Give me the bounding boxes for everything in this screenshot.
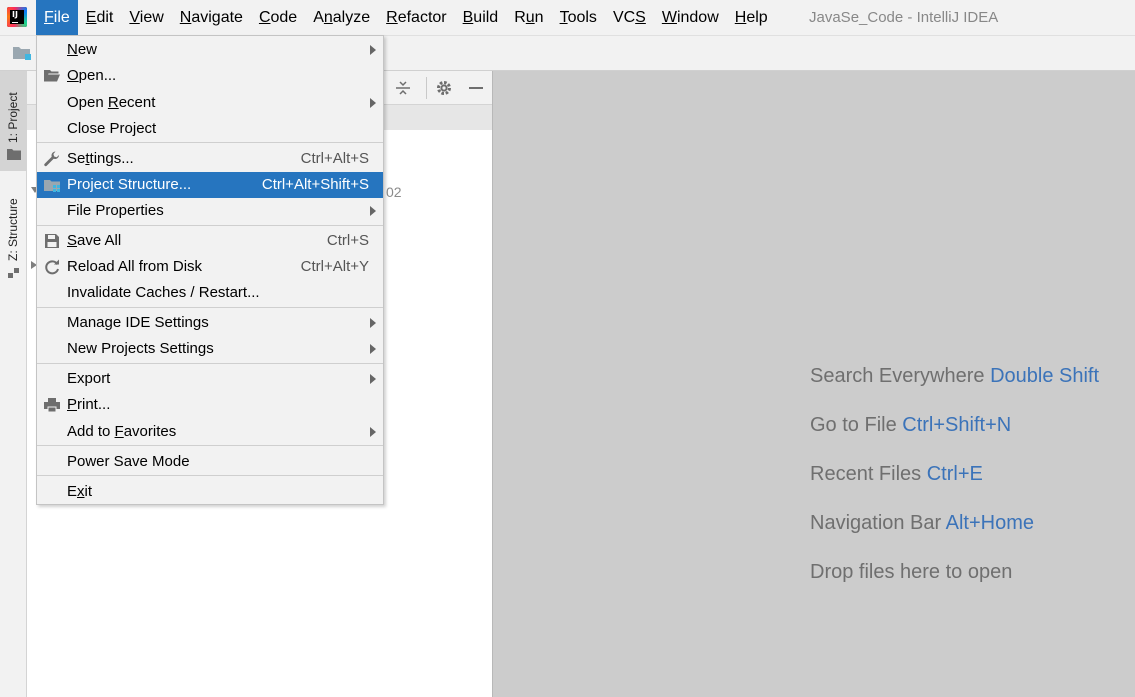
menu-analyze[interactable]: Analyze: [305, 0, 378, 35]
menu-bar: IJ File Edit View Navigate Code Analyze …: [0, 0, 1135, 35]
menu-separator: [37, 307, 383, 308]
shortcut-reload-all: Ctrl+Alt+Y: [300, 258, 369, 275]
gear-icon[interactable]: [435, 79, 453, 97]
tree-item-text: 02: [386, 184, 402, 200]
wrench-icon: [44, 151, 60, 167]
menu-item-settings[interactable]: Settings... Ctrl+Alt+S: [37, 146, 383, 172]
menu-help[interactable]: Help: [727, 0, 776, 35]
menu-item-print[interactable]: Print...: [37, 392, 383, 418]
menu-build[interactable]: Build: [455, 0, 507, 35]
menu-item-manage-ide-settings[interactable]: Manage IDE Settings: [37, 310, 383, 336]
menu-separator: [37, 142, 383, 143]
menu-item-add-to-favorites[interactable]: Add to Favorites: [37, 419, 383, 445]
folder-icon[interactable]: [12, 45, 32, 61]
menu-refactor[interactable]: Refactor: [378, 0, 454, 35]
hint-drop-files: Drop files here to open: [810, 561, 1013, 583]
menu-item-new-projects-settings[interactable]: New Projects Settings: [37, 336, 383, 362]
menu-item-power-save-mode[interactable]: Power Save Mode: [37, 449, 383, 475]
intellij-logo-icon: IJ: [7, 7, 27, 27]
menu-separator: [37, 363, 383, 364]
submenu-arrow-icon: [370, 318, 376, 328]
hint-search-everywhere: Search Everywhere Double Shift: [810, 365, 1100, 387]
menu-code[interactable]: Code: [251, 0, 305, 35]
menu-tools[interactable]: Tools: [552, 0, 605, 35]
folder-open-icon: [44, 70, 60, 82]
menu-item-save-all[interactable]: Save All Ctrl+S: [37, 228, 383, 254]
shortcut-settings: Ctrl+Alt+S: [300, 150, 369, 167]
toolbar-divider: [426, 77, 427, 99]
minimize-icon[interactable]: [467, 79, 485, 97]
menu-vcs[interactable]: VCS: [605, 0, 654, 35]
tab-structure-label: Z: Structure: [6, 198, 20, 261]
menu-window[interactable]: Window: [654, 0, 727, 35]
tab-structure[interactable]: Z: Structure: [0, 179, 27, 283]
editor-empty-area[interactable]: Search Everywhere Double Shift Go to Fil…: [492, 71, 1135, 697]
menu-item-file-properties[interactable]: File Properties: [37, 198, 383, 224]
tab-project[interactable]: 1: Project: [0, 71, 27, 171]
submenu-arrow-icon: [370, 427, 376, 437]
submenu-arrow-icon: [370, 98, 376, 108]
menu-item-exit[interactable]: Exit: [37, 479, 383, 505]
menu-separator: [37, 475, 383, 476]
file-menu-dropdown: New Open... Open Recent Close Project Se…: [36, 35, 384, 505]
hint-go-to-file: Go to File Ctrl+Shift+N: [810, 414, 1012, 436]
save-icon: [45, 234, 59, 248]
menu-item-reload-all[interactable]: Reload All from Disk Ctrl+Alt+Y: [37, 254, 383, 280]
submenu-arrow-icon: [370, 374, 376, 384]
menu-separator: [37, 445, 383, 446]
menu-separator: [37, 225, 383, 226]
structure-icon: [8, 268, 19, 278]
tab-project-label: 1: Project: [6, 92, 20, 143]
menu-run[interactable]: Run: [506, 0, 551, 35]
menu-item-export[interactable]: Export: [37, 366, 383, 392]
menu-item-invalidate-caches[interactable]: Invalidate Caches / Restart...: [37, 280, 383, 306]
menu-item-open[interactable]: Open...: [37, 63, 383, 89]
collapse-all-icon[interactable]: [394, 79, 412, 97]
menu-view[interactable]: View: [121, 0, 171, 35]
main-menu: File Edit View Navigate Code Analyze Ref…: [36, 0, 776, 35]
menu-file[interactable]: File: [36, 0, 78, 35]
submenu-arrow-icon: [370, 45, 376, 55]
shortcut-project-structure: Ctrl+Alt+Shift+S: [261, 176, 369, 193]
left-tool-stripe: 1: Project Z: Structure: [0, 71, 27, 697]
menu-edit[interactable]: Edit: [78, 0, 122, 35]
reload-icon: [45, 259, 59, 275]
hint-recent-files: Recent Files Ctrl+E: [810, 463, 983, 485]
menu-item-open-recent[interactable]: Open Recent: [37, 90, 383, 116]
menu-navigate[interactable]: Navigate: [172, 0, 251, 35]
project-structure-icon: [44, 180, 60, 192]
hint-navigation-bar: Navigation Bar Alt+Home: [810, 512, 1035, 534]
folder-icon: [7, 149, 21, 160]
menu-item-new[interactable]: New: [37, 37, 383, 63]
submenu-arrow-icon: [370, 206, 376, 216]
menu-item-close-project[interactable]: Close Project: [37, 116, 383, 142]
window-title: JavaSe_Code - IntelliJ IDEA: [809, 9, 999, 26]
shortcut-save-all: Ctrl+S: [326, 232, 369, 249]
print-icon: [44, 398, 60, 413]
submenu-arrow-icon: [370, 344, 376, 354]
menu-item-project-structure[interactable]: Project Structure... Ctrl+Alt+Shift+S: [37, 172, 383, 198]
